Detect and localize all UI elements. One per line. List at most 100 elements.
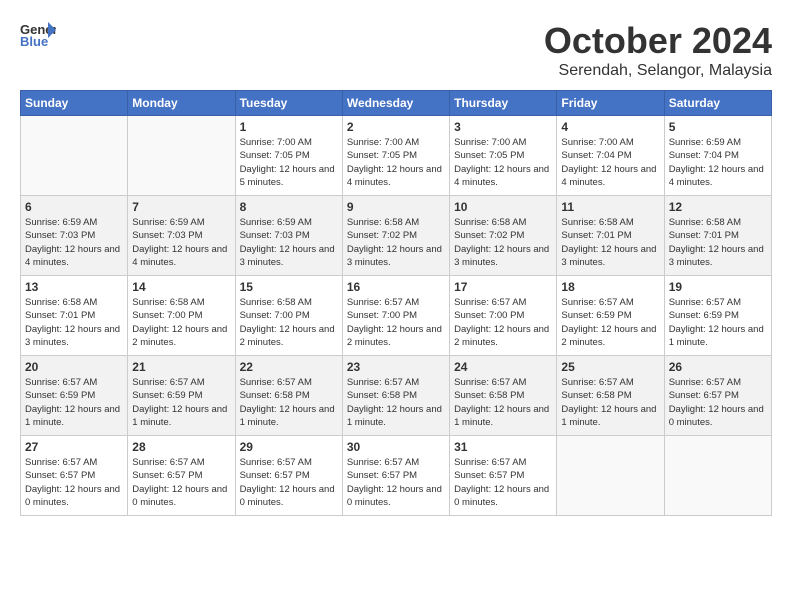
day-number: 11 — [561, 200, 659, 214]
calendar-cell: 26 Sunrise: 6:57 AM Sunset: 6:57 PM Dayli… — [664, 356, 771, 436]
calendar-cell: 23Sunrise: 6:57 AM Sunset: 6:58 PM Dayli… — [342, 356, 449, 436]
day-info: Sunrise: 6:57 AM Sunset: 6:58 PM Dayligh… — [561, 376, 659, 429]
weekday-header: Friday — [557, 91, 664, 116]
weekday-header: Sunday — [21, 91, 128, 116]
day-number: 15 — [240, 280, 338, 294]
calendar-cell — [128, 116, 235, 196]
calendar-cell: 7 Sunrise: 6:59 AM Sunset: 7:03 PM Daylig… — [128, 196, 235, 276]
calendar-body: 1 Sunrise: 7:00 AM Sunset: 7:05 PM Daylig… — [21, 116, 772, 516]
day-info: Sunrise: 6:59 AM Sunset: 7:04 PM Dayligh… — [669, 136, 767, 189]
day-number: 29 — [240, 440, 338, 454]
day-number: 27 — [25, 440, 123, 454]
calendar-cell: 15 Sunrise: 6:58 AM Sunset: 7:00 PM Dayli… — [235, 276, 342, 356]
day-info: Sunrise: 6:57 AM Sunset: 6:58 PM Dayligh… — [240, 376, 338, 429]
logo-icon: General Blue — [20, 20, 56, 50]
day-number: 20 — [25, 360, 123, 374]
weekday-header: Monday — [128, 91, 235, 116]
day-number: 24 — [454, 360, 552, 374]
day-number: 26 — [669, 360, 767, 374]
day-number: 5 — [669, 120, 767, 134]
day-number: 12 — [669, 200, 767, 214]
day-info: Sunrise: 6:57 AM Sunset: 6:57 PM Dayligh… — [240, 456, 338, 509]
day-number: 19 — [669, 280, 767, 294]
calendar-cell: 30Sunrise: 6:57 AM Sunset: 6:57 PM Dayli… — [342, 436, 449, 516]
calendar-cell: 28Sunrise: 6:57 AM Sunset: 6:57 PM Dayli… — [128, 436, 235, 516]
day-info: Sunrise: 6:58 AM Sunset: 7:02 PM Dayligh… — [454, 216, 552, 269]
calendar-cell: 21 Sunrise: 6:57 AM Sunset: 6:59 PM Dayli… — [128, 356, 235, 436]
day-info: Sunrise: 7:00 AM Sunset: 7:05 PM Dayligh… — [240, 136, 338, 189]
day-info: Sunrise: 6:58 AM Sunset: 7:01 PM Dayligh… — [25, 296, 123, 349]
calendar-cell: 20 Sunrise: 6:57 AM Sunset: 6:59 PM Dayli… — [21, 356, 128, 436]
calendar-header-row: SundayMondayTuesdayWednesdayThursdayFrid… — [21, 91, 772, 116]
calendar-cell: 14 Sunrise: 6:58 AM Sunset: 7:00 PM Dayli… — [128, 276, 235, 356]
day-info: Sunrise: 6:57 AM Sunset: 6:59 PM Dayligh… — [561, 296, 659, 349]
day-info: Sunrise: 7:00 AM Sunset: 7:04 PM Dayligh… — [561, 136, 659, 189]
calendar-cell: 24 Sunrise: 6:57 AM Sunset: 6:58 PM Dayli… — [450, 356, 557, 436]
calendar-cell: 19 Sunrise: 6:57 AM Sunset: 6:59 PM Dayli… — [664, 276, 771, 356]
day-number: 21 — [132, 360, 230, 374]
calendar-week-row: 20 Sunrise: 6:57 AM Sunset: 6:59 PM Dayli… — [21, 356, 772, 436]
day-info: Sunrise: 7:00 AM Sunset: 7:05 PM Dayligh… — [454, 136, 552, 189]
calendar-cell: 13 Sunrise: 6:58 AM Sunset: 7:01 PM Dayli… — [21, 276, 128, 356]
weekday-header: Saturday — [664, 91, 771, 116]
header: General Blue October 2024 Serendah, Sela… — [20, 20, 772, 80]
calendar-cell: 2 Sunrise: 7:00 AM Sunset: 7:05 PM Daylig… — [342, 116, 449, 196]
weekday-header: Tuesday — [235, 91, 342, 116]
month-title: October 2024 — [544, 20, 772, 62]
calendar-cell — [557, 436, 664, 516]
day-number: 8 — [240, 200, 338, 214]
calendar-cell: 4 Sunrise: 7:00 AM Sunset: 7:04 PM Daylig… — [557, 116, 664, 196]
location-subtitle: Serendah, Selangor, Malaysia — [544, 62, 772, 80]
weekday-header: Wednesday — [342, 91, 449, 116]
day-info: Sunrise: 6:58 AM Sunset: 7:00 PM Dayligh… — [240, 296, 338, 349]
calendar-week-row: 13 Sunrise: 6:58 AM Sunset: 7:01 PM Dayli… — [21, 276, 772, 356]
logo: General Blue — [20, 20, 56, 50]
day-info: Sunrise: 6:57 AM Sunset: 6:57 PM Dayligh… — [454, 456, 552, 509]
day-number: 31 — [454, 440, 552, 454]
day-info: Sunrise: 6:57 AM Sunset: 6:58 PM Dayligh… — [454, 376, 552, 429]
calendar-cell: 9Sunrise: 6:58 AM Sunset: 7:02 PM Daylig… — [342, 196, 449, 276]
day-number: 10 — [454, 200, 552, 214]
day-number: 3 — [454, 120, 552, 134]
day-number: 22 — [240, 360, 338, 374]
calendar-cell: 22 Sunrise: 6:57 AM Sunset: 6:58 PM Dayli… — [235, 356, 342, 436]
calendar-cell: 11Sunrise: 6:58 AM Sunset: 7:01 PM Dayli… — [557, 196, 664, 276]
day-number: 6 — [25, 200, 123, 214]
day-number: 9 — [347, 200, 445, 214]
calendar-week-row: 6 Sunrise: 6:59 AM Sunset: 7:03 PM Daylig… — [21, 196, 772, 276]
calendar-cell: 17Sunrise: 6:57 AM Sunset: 7:00 PM Dayli… — [450, 276, 557, 356]
day-number: 14 — [132, 280, 230, 294]
calendar-cell — [664, 436, 771, 516]
day-info: Sunrise: 6:57 AM Sunset: 6:59 PM Dayligh… — [132, 376, 230, 429]
day-number: 25 — [561, 360, 659, 374]
day-info: Sunrise: 6:57 AM Sunset: 6:57 PM Dayligh… — [25, 456, 123, 509]
day-info: Sunrise: 6:57 AM Sunset: 6:57 PM Dayligh… — [669, 376, 767, 429]
calendar-cell: 27 Sunrise: 6:57 AM Sunset: 6:57 PM Dayli… — [21, 436, 128, 516]
calendar-week-row: 1 Sunrise: 7:00 AM Sunset: 7:05 PM Daylig… — [21, 116, 772, 196]
calendar-table: SundayMondayTuesdayWednesdayThursdayFrid… — [20, 90, 772, 516]
calendar-cell: 3 Sunrise: 7:00 AM Sunset: 7:05 PM Daylig… — [450, 116, 557, 196]
day-number: 4 — [561, 120, 659, 134]
calendar-cell: 8Sunrise: 6:59 AM Sunset: 7:03 PM Daylig… — [235, 196, 342, 276]
calendar-cell: 16Sunrise: 6:57 AM Sunset: 7:00 PM Dayli… — [342, 276, 449, 356]
calendar-cell: 31 Sunrise: 6:57 AM Sunset: 6:57 PM Dayli… — [450, 436, 557, 516]
day-number: 2 — [347, 120, 445, 134]
calendar-cell: 18 Sunrise: 6:57 AM Sunset: 6:59 PM Dayli… — [557, 276, 664, 356]
calendar-cell: 10 Sunrise: 6:58 AM Sunset: 7:02 PM Dayli… — [450, 196, 557, 276]
day-number: 13 — [25, 280, 123, 294]
calendar-cell: 12Sunrise: 6:58 AM Sunset: 7:01 PM Dayli… — [664, 196, 771, 276]
day-info: Sunrise: 6:57 AM Sunset: 7:00 PM Dayligh… — [454, 296, 552, 349]
calendar-cell: 6Sunrise: 6:59 AM Sunset: 7:03 PM Daylig… — [21, 196, 128, 276]
day-info: Sunrise: 6:57 AM Sunset: 6:59 PM Dayligh… — [669, 296, 767, 349]
day-number: 1 — [240, 120, 338, 134]
day-number: 28 — [132, 440, 230, 454]
day-info: Sunrise: 6:59 AM Sunset: 7:03 PM Dayligh… — [132, 216, 230, 269]
calendar-cell: 5 Sunrise: 6:59 AM Sunset: 7:04 PM Daylig… — [664, 116, 771, 196]
day-number: 18 — [561, 280, 659, 294]
day-number: 7 — [132, 200, 230, 214]
day-info: Sunrise: 6:58 AM Sunset: 7:00 PM Dayligh… — [132, 296, 230, 349]
day-info: Sunrise: 6:57 AM Sunset: 6:59 PM Dayligh… — [25, 376, 123, 429]
calendar-cell — [21, 116, 128, 196]
day-info: Sunrise: 7:00 AM Sunset: 7:05 PM Dayligh… — [347, 136, 445, 189]
svg-text:Blue: Blue — [20, 34, 48, 49]
